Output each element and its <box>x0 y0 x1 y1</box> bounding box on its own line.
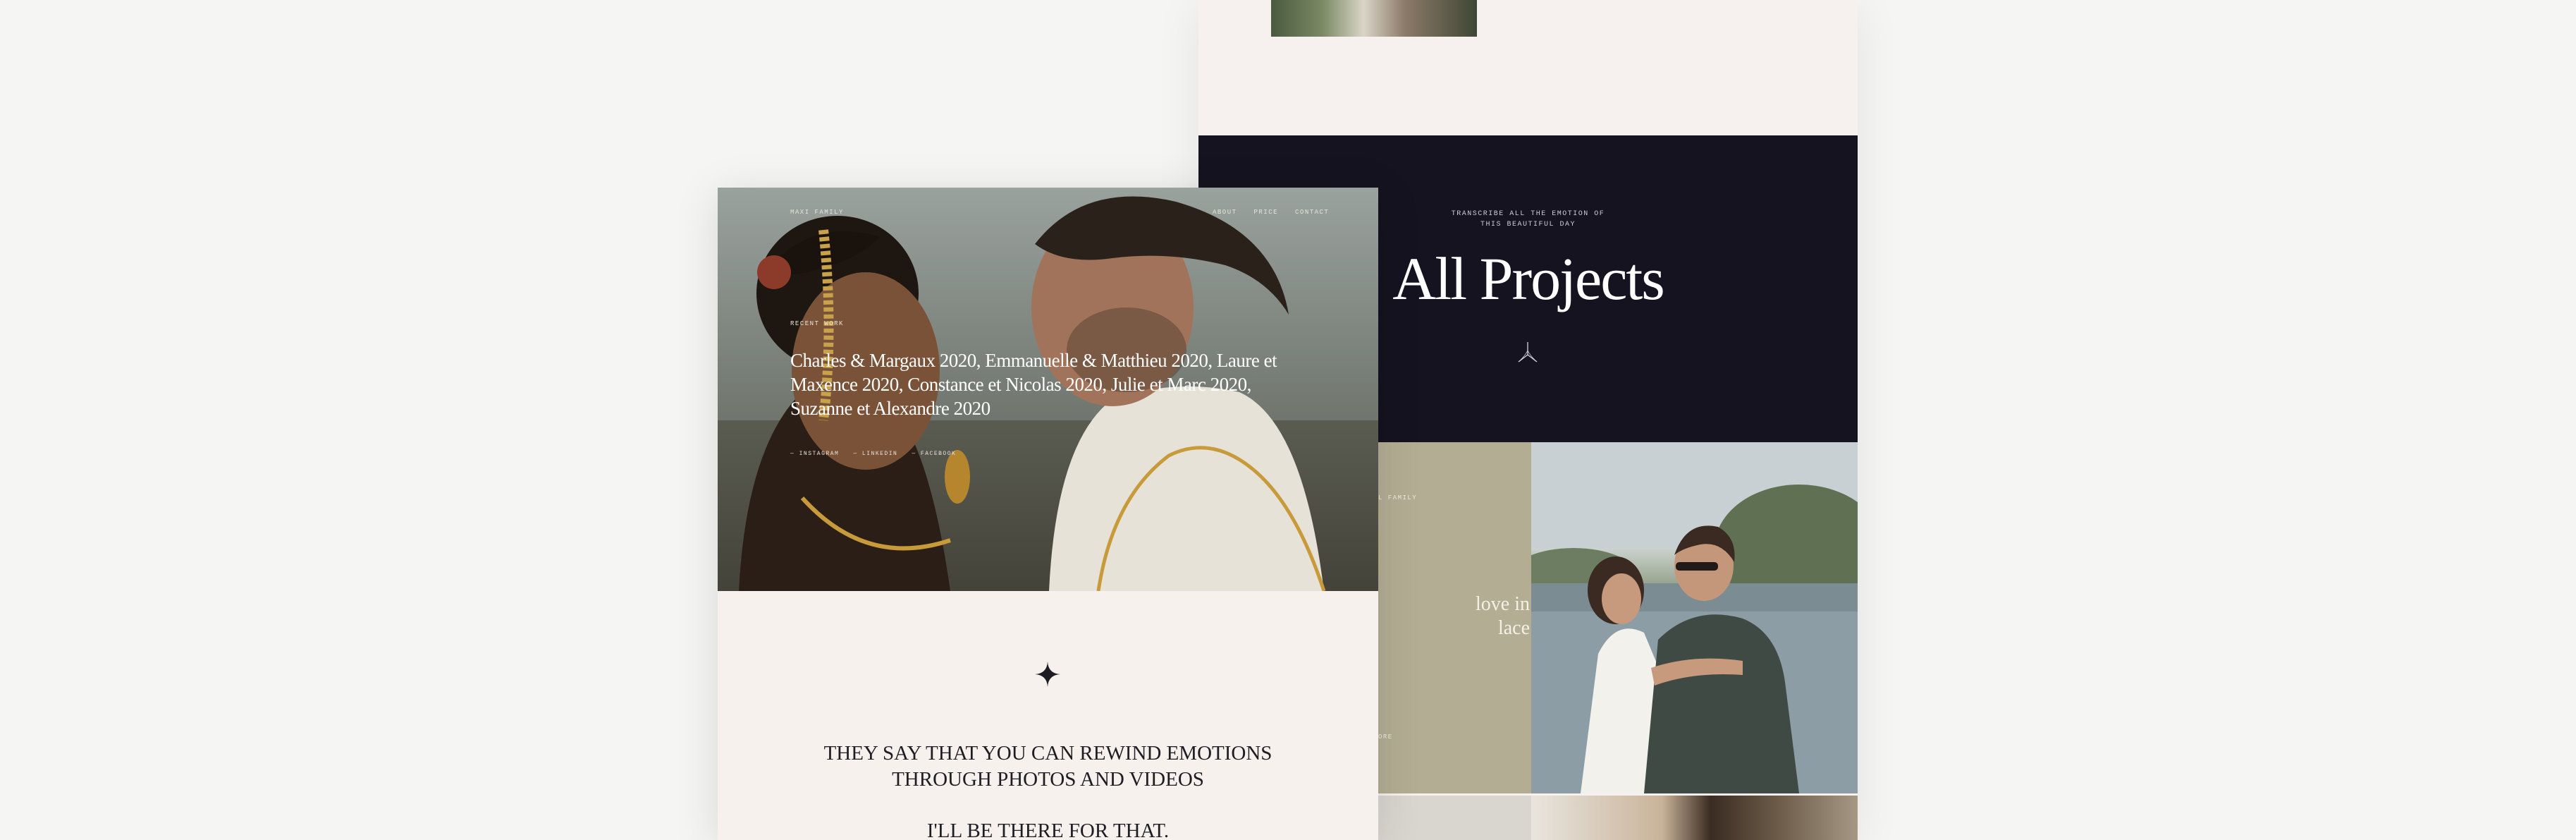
project-card-more-link[interactable]: ORE <box>1378 734 1393 741</box>
linkedin-link[interactable]: — LINKEDIN <box>853 451 897 457</box>
nav-item-about[interactable]: ABOUT <box>1213 209 1237 216</box>
couple-photo-illustration <box>1531 442 1858 793</box>
instagram-link[interactable]: — INSTAGRAM <box>790 451 839 457</box>
project-card-label: L FAMILY <box>1378 494 1418 501</box>
nav-item-contact[interactable]: CONTACT <box>1295 209 1329 216</box>
project-thumbnail[interactable] <box>1271 0 1477 37</box>
quote-line-3: I'LL BE THERE FOR THAT. <box>926 820 1170 840</box>
sparkle-icon <box>1035 662 1060 687</box>
hero-section: MAXI FAMILY ABOUT PRICE CONTACT RECENT W… <box>718 188 1378 591</box>
hero-title: Charles & Margaux 2020, Emmanuelle & Mat… <box>790 350 1277 419</box>
next-project-photo[interactable] <box>1531 796 1858 840</box>
hero-kicker: RECENT WORK <box>790 320 844 327</box>
social-links: — INSTAGRAM — LINKEDIN — FACEBOOK <box>790 451 956 457</box>
couple-photo[interactable] <box>1531 442 1858 793</box>
main-nav: ABOUT PRICE CONTACT <box>1213 209 1329 216</box>
tripod-ornament-icon <box>1518 342 1538 363</box>
quote-line-1: THEY SAY THAT YOU CAN REWIND EMOTIONS <box>823 742 1272 765</box>
intro-quote: THEY SAY THAT YOU CAN REWIND EMOTIONS TH… <box>718 741 1378 793</box>
site-logo[interactable]: MAXI FAMILY <box>790 209 844 216</box>
nav-item-price[interactable]: PRICE <box>1254 209 1279 216</box>
home-page: MAXI FAMILY ABOUT PRICE CONTACT RECENT W… <box>718 188 1378 840</box>
quote-line-2: THROUGH PHOTOS AND VIDEOS <box>892 768 1204 791</box>
facebook-link[interactable]: — FACEBOOK <box>912 451 956 457</box>
